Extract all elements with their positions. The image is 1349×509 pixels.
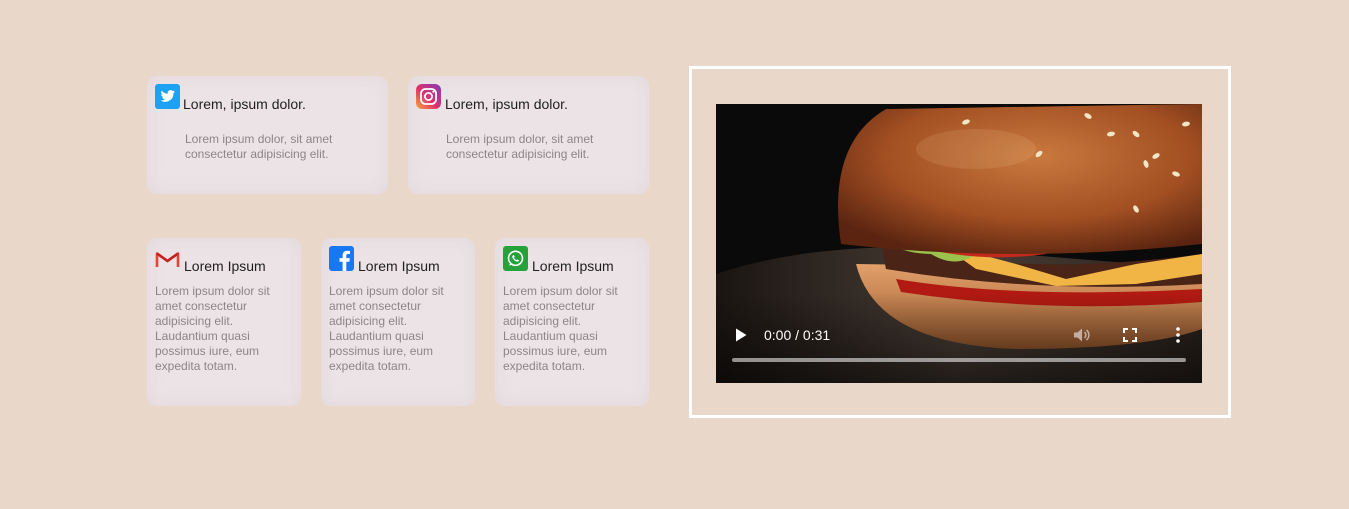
whatsapp-icon[interactable] [503,246,528,271]
gmail-icon[interactable] [155,247,180,272]
video-player[interactable]: 0:00 / 0:31 [716,104,1202,383]
play-icon[interactable] [734,327,748,343]
card-title: Lorem Ipsum [532,258,614,274]
social-card-gmail[interactable]: Lorem Ipsum Lorem ipsum dolor sit amet c… [147,238,301,406]
twitter-icon[interactable] [155,84,180,109]
video-progress-bar[interactable] [732,358,1186,362]
social-card-twitter[interactable]: Lorem, ipsum dolor. Lorem ipsum dolor, s… [147,76,388,194]
card-title: Lorem, ipsum dolor. [183,96,306,112]
card-description: Lorem ipsum dolor sit amet consectetur a… [155,284,270,373]
video-time-display: 0:00 / 0:31 [764,327,831,343]
card-title: Lorem Ipsum [184,258,266,274]
instagram-icon[interactable] [416,84,441,109]
social-card-instagram[interactable]: Lorem, ipsum dolor. Lorem ipsum dolor, s… [408,76,649,194]
volume-icon[interactable] [1073,327,1091,343]
social-card-facebook[interactable]: Lorem Ipsum Lorem ipsum dolor sit amet c… [321,238,475,406]
more-options-icon[interactable] [1171,326,1185,344]
fullscreen-icon[interactable] [1122,327,1138,343]
card-title: Lorem, ipsum dolor. [445,96,568,112]
social-card-whatsapp[interactable]: Lorem Ipsum Lorem ipsum dolor sit amet c… [495,238,649,406]
page: Lorem, ipsum dolor. Lorem ipsum dolor, s… [0,0,1349,509]
card-description: Lorem ipsum dolor sit amet consectetur a… [329,284,444,373]
facebook-icon[interactable] [329,246,354,271]
card-description: Lorem ipsum dolor, sit amet consectetur … [446,132,594,161]
card-description: Lorem ipsum dolor sit amet consectetur a… [503,284,618,373]
card-description: Lorem ipsum dolor, sit amet consectetur … [185,132,333,161]
card-title: Lorem Ipsum [358,258,440,274]
